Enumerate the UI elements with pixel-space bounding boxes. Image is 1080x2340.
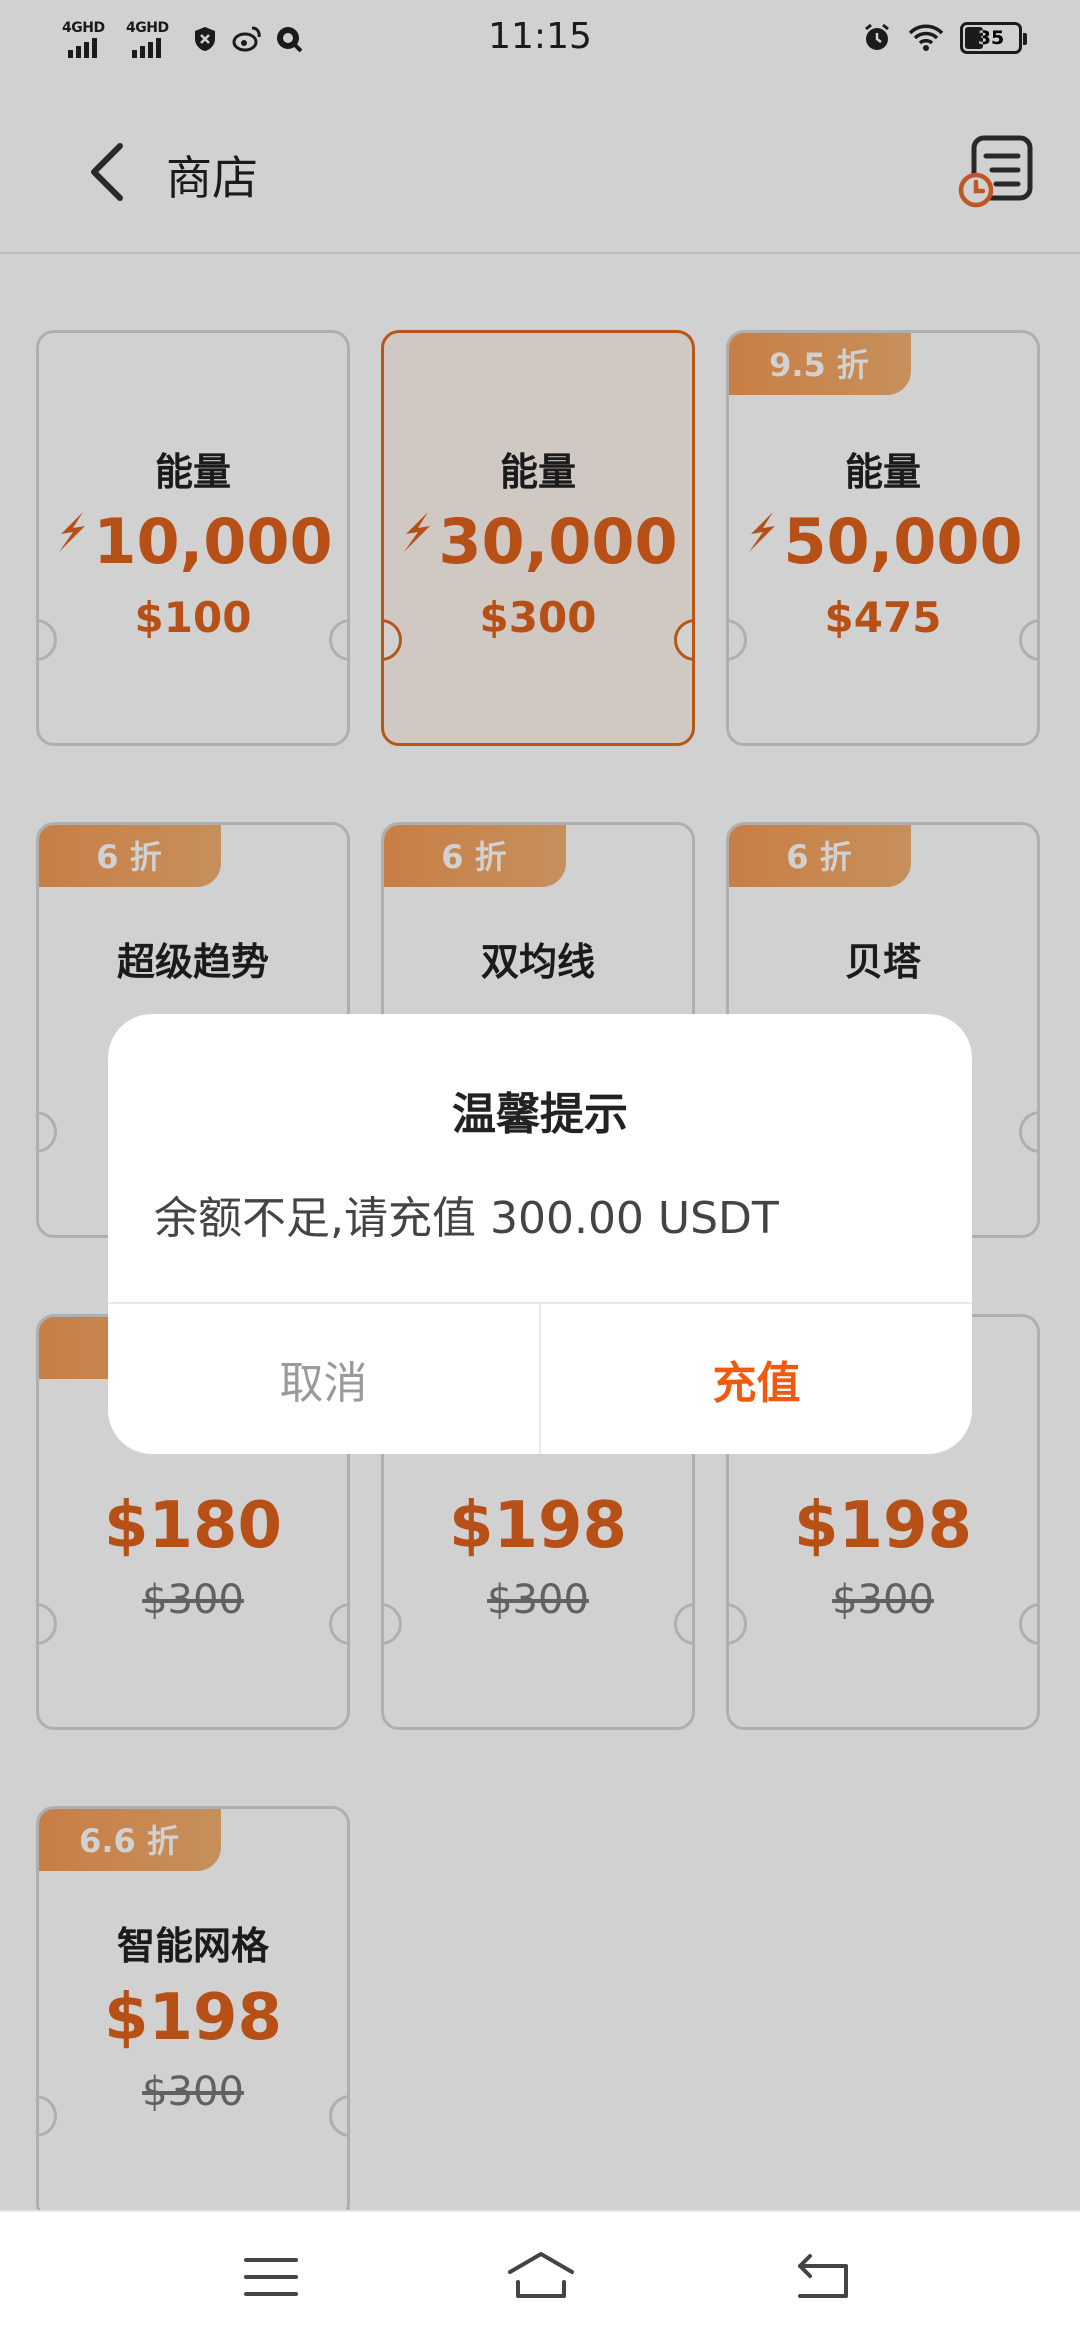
back-icon[interactable] bbox=[788, 2242, 858, 2312]
dialog-actions: 取消 充值 bbox=[108, 1302, 972, 1454]
menu-icon[interactable] bbox=[236, 2242, 306, 2312]
alert-dialog: 温馨提示 余额不足,请充值 300.00 USDT 取消 充值 bbox=[108, 1014, 972, 1454]
recharge-button[interactable]: 充值 bbox=[541, 1304, 972, 1454]
cancel-button[interactable]: 取消 bbox=[108, 1304, 541, 1454]
dialog-title: 温馨提示 bbox=[452, 1089, 628, 1140]
system-nav-bar bbox=[0, 2210, 1080, 2340]
dialog-message: 余额不足,请充值 300.00 USDT bbox=[154, 1193, 779, 1244]
home-icon[interactable] bbox=[506, 2242, 576, 2312]
